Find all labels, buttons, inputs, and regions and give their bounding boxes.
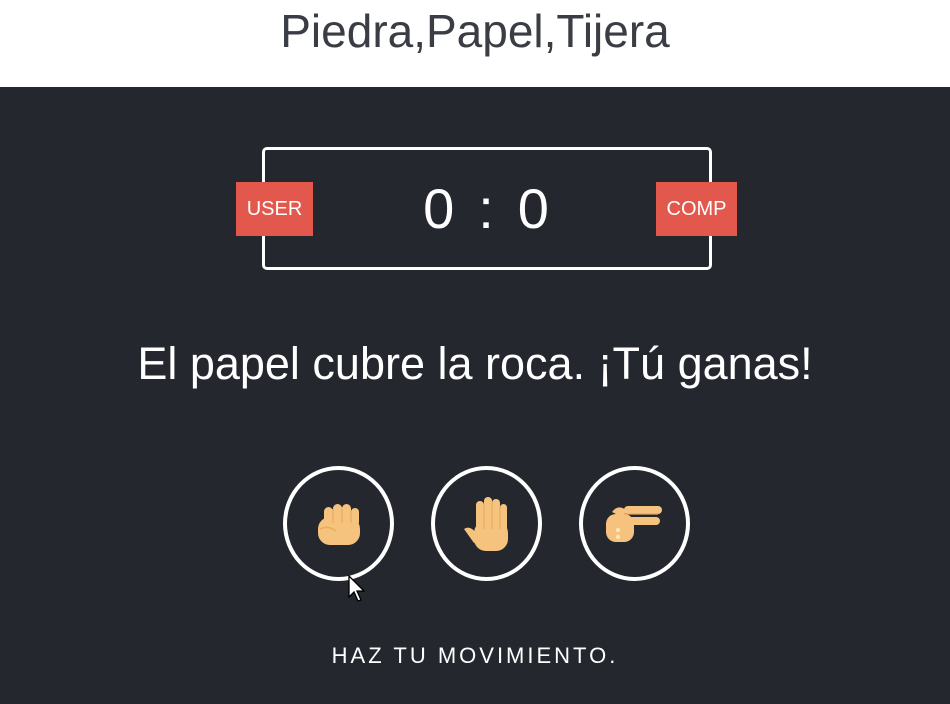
score-display: 0 : 0 (262, 147, 712, 270)
open-hand-icon (460, 495, 514, 553)
mouse-pointer-icon (348, 574, 366, 608)
score-separator: : (478, 177, 496, 240)
rock-button[interactable] (283, 466, 394, 581)
scissors-hand-icon (604, 502, 666, 546)
user-score: 0 (423, 177, 457, 240)
header: Piedra,Papel,Tijera (0, 0, 950, 87)
fist-hand-icon (314, 499, 364, 549)
paper-button[interactable] (431, 466, 542, 581)
page-title: Piedra,Papel,Tijera (280, 5, 670, 57)
instruction-text: HAZ TU MOVIMIENTO. (331, 643, 619, 668)
scissors-button[interactable] (579, 466, 690, 581)
comp-score: 0 (517, 177, 551, 240)
result-message: El papel cubre la roca. ¡Tú ganas! (137, 338, 813, 389)
